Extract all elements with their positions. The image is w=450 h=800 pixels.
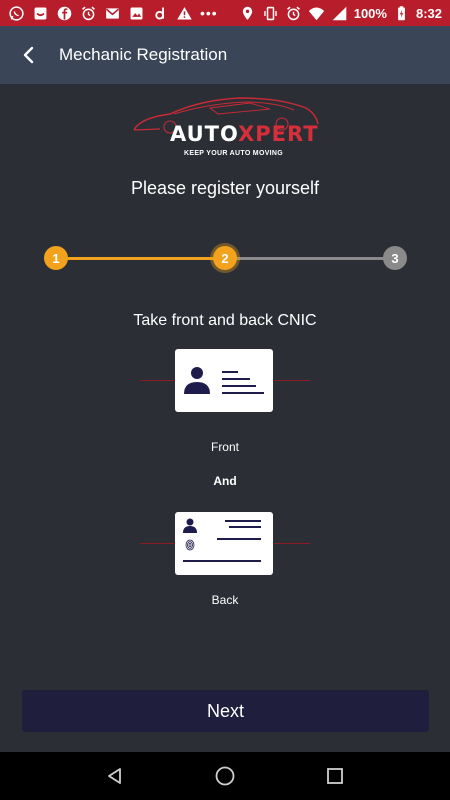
gmail-icon bbox=[104, 5, 121, 22]
system-icons: 100% 8:32 bbox=[239, 5, 442, 22]
whatsapp-icon bbox=[8, 5, 25, 22]
clock: 8:32 bbox=[415, 5, 442, 21]
battery-percentage: 100% bbox=[353, 5, 387, 21]
square-recents-icon bbox=[327, 768, 343, 784]
d-app-icon bbox=[152, 5, 169, 22]
logo-wordmark: AUTOXPERT bbox=[170, 122, 319, 146]
app-toolbar: Mechanic Registration bbox=[0, 26, 450, 84]
alarm-icon bbox=[80, 5, 97, 22]
cnic-back-capture[interactable] bbox=[140, 512, 310, 576]
register-heading: Please register yourself bbox=[130, 178, 320, 198]
alarm-icon bbox=[285, 5, 302, 22]
wifi-icon bbox=[308, 5, 325, 22]
id-card-back-icon bbox=[183, 518, 261, 562]
back-label: Back bbox=[211, 593, 239, 607]
and-label: And bbox=[213, 474, 237, 488]
location-icon bbox=[239, 5, 256, 22]
autoxpert-logo: AUTOXPERT KEEP YOUR AUTO MOVING bbox=[130, 94, 322, 164]
stepper-line-completed bbox=[56, 257, 226, 260]
page-title: Mechanic Registration bbox=[59, 45, 228, 64]
status-bar: ••• 100% 8:32 bbox=[0, 0, 450, 26]
system-navigation-bar bbox=[0, 752, 450, 800]
logo-word-auto: AUTO bbox=[170, 122, 239, 146]
step-3: 3 bbox=[383, 246, 407, 270]
nav-recents-button[interactable] bbox=[315, 756, 355, 796]
facebook-icon bbox=[56, 5, 73, 22]
signal-icon bbox=[331, 5, 348, 22]
nav-home-button[interactable] bbox=[205, 756, 245, 796]
battery-charging-icon bbox=[393, 5, 410, 22]
inbox-icon bbox=[32, 5, 49, 22]
cnic-front-capture[interactable] bbox=[140, 349, 310, 413]
cnic-back-card bbox=[175, 512, 273, 575]
step-1: 1 bbox=[44, 246, 68, 270]
screen: ••• 100% 8:32 Mechanic Registration AUTO… bbox=[0, 0, 450, 800]
registration-stepper: 1 2 3 bbox=[0, 244, 450, 274]
back-button[interactable] bbox=[0, 26, 58, 84]
cnic-front-card bbox=[175, 349, 273, 412]
id-card-front-icon bbox=[184, 367, 264, 394]
notification-icons: ••• bbox=[8, 5, 218, 22]
more-notifications-dots: ••• bbox=[200, 5, 218, 21]
stepper-line-pending bbox=[226, 257, 394, 260]
logo-word-xpert: XPERT bbox=[238, 122, 319, 146]
warning-icon bbox=[176, 5, 193, 22]
front-label: Front bbox=[210, 440, 239, 454]
step-2-current: 2 bbox=[213, 246, 237, 270]
logo-tagline: KEEP YOUR AUTO MOVING bbox=[184, 150, 284, 157]
triangle-back-icon bbox=[108, 768, 121, 784]
next-button[interactable]: Next bbox=[22, 690, 429, 732]
nav-back-button[interactable] bbox=[95, 756, 135, 796]
circle-home-icon bbox=[215, 766, 235, 786]
arrow-left-icon bbox=[23, 46, 34, 64]
vibrate-icon bbox=[262, 5, 279, 22]
gallery-icon bbox=[128, 5, 145, 22]
cnic-instruction: Take front and back CNIC bbox=[133, 312, 317, 329]
